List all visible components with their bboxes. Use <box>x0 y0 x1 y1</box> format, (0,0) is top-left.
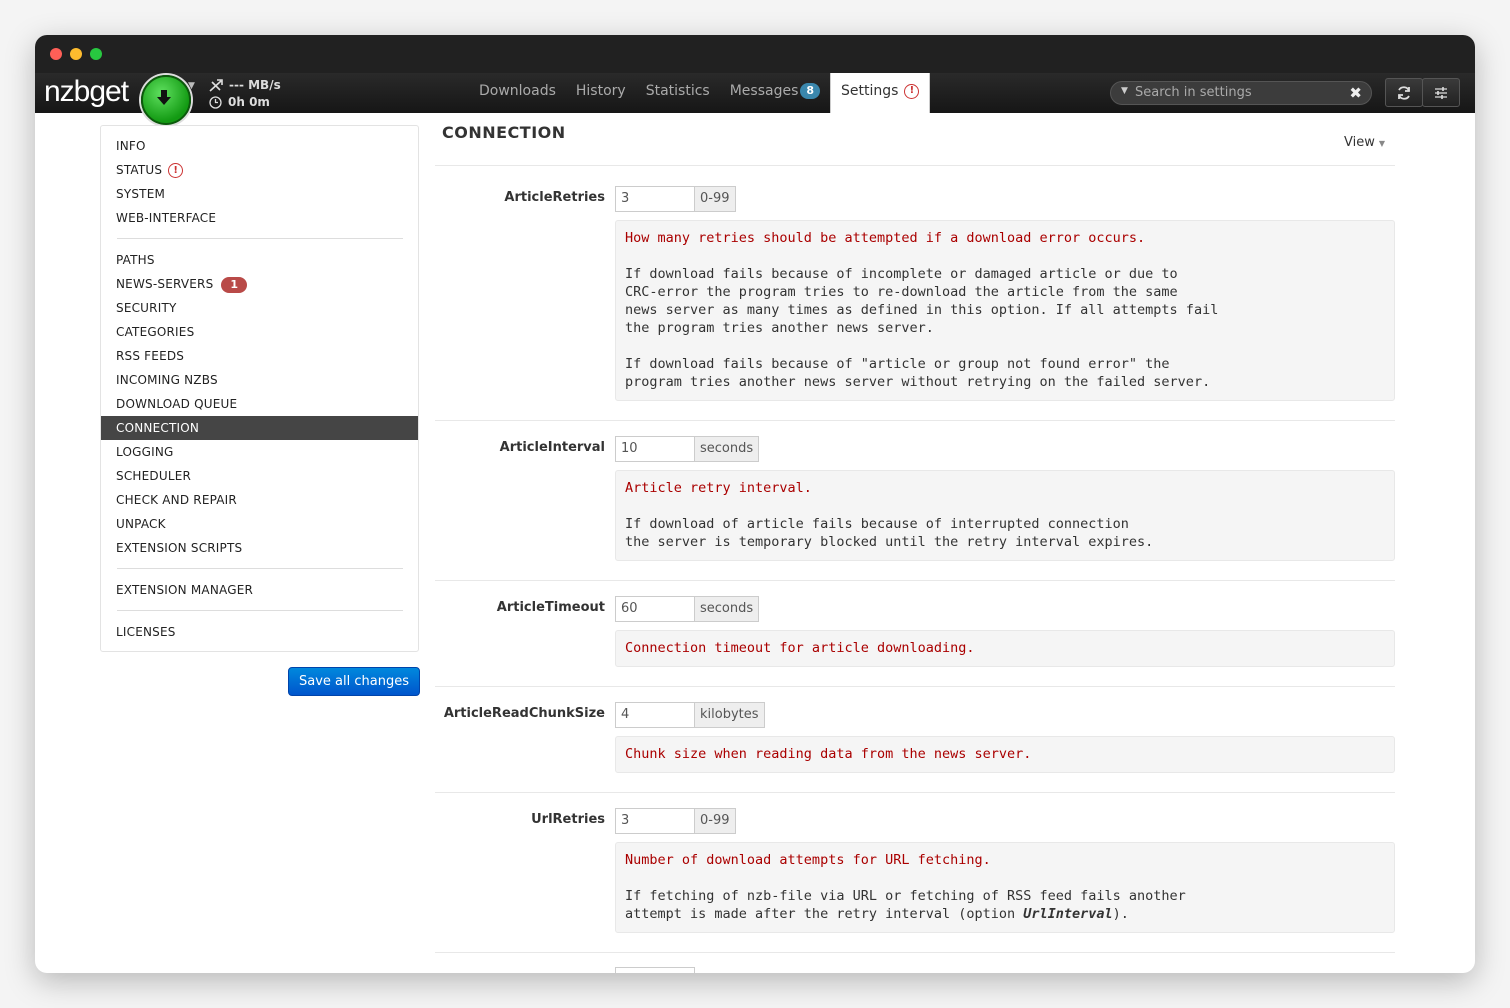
option-label-articleinterval: ArticleInterval <box>499 440 605 455</box>
sidebar-divider <box>117 238 403 239</box>
sidebar-item-web-interface[interactable]: WEB-INTERFACE <box>101 206 418 230</box>
articleinterval-input[interactable]: 10 <box>615 436 695 462</box>
sidebar-item-extension-scripts[interactable]: EXTENSION SCRIPTS <box>101 536 418 560</box>
close-window-button[interactable] <box>50 48 62 60</box>
speed-limit-icon <box>209 78 223 92</box>
app-window: nzbget ▼ --- MB/s 0h 0m Downloads Histor… <box>35 35 1475 973</box>
tab-history[interactable]: History <box>566 73 636 113</box>
sidebar-item-paths[interactable]: PATHS <box>101 248 418 272</box>
settings-search[interactable]: ▼ Search in settings ✖ <box>1110 81 1372 105</box>
sidebar-item-system[interactable]: SYSTEM <box>101 182 418 206</box>
warning-icon: ! <box>168 163 184 178</box>
clear-search-icon[interactable]: ✖ <box>1349 84 1362 102</box>
tab-statistics[interactable]: Statistics <box>636 73 720 113</box>
warning-icon: ! <box>904 83 920 99</box>
urlretries-input[interactable]: 3 <box>615 808 695 834</box>
option-divider <box>435 580 1395 581</box>
sidebar-item-security[interactable]: SECURITY <box>101 296 418 320</box>
sidebar-item-check-and-repair[interactable]: CHECK AND REPAIR <box>101 488 418 512</box>
sidebar-item-connection[interactable]: CONNECTION <box>101 416 418 440</box>
nzbget-logo: nzbget <box>44 75 129 108</box>
sidebar-divider <box>117 610 403 611</box>
articlereadchunksize-input[interactable]: 4 <box>615 702 695 728</box>
option-divider <box>435 420 1395 421</box>
articleinterval-unit: seconds <box>695 436 760 462</box>
maximize-window-button[interactable] <box>90 48 102 60</box>
sliders-icon <box>1435 86 1447 99</box>
remaining-time: 0h 0m <box>228 95 270 109</box>
sidebar-item-logging[interactable]: LOGGING <box>101 440 418 464</box>
arrow-down-icon <box>157 90 171 105</box>
sidebar-item-extension-manager[interactable]: EXTENSION MANAGER <box>101 578 418 602</box>
section-divider <box>435 165 1395 166</box>
sidebar-divider <box>117 568 403 569</box>
view-dropdown[interactable]: View ▼ <box>1344 135 1385 150</box>
save-all-changes-button[interactable]: Save all changes <box>288 667 420 696</box>
menu-button[interactable] <box>1422 78 1460 107</box>
chevron-down-icon[interactable]: ▼ <box>1121 86 1128 96</box>
messages-count-badge: 8 <box>800 83 821 99</box>
minimize-window-button[interactable] <box>70 48 82 60</box>
option-label-articlereadchunksize: ArticleReadChunkSize <box>443 706 605 721</box>
sidebar-item-unpack[interactable]: UNPACK <box>101 512 418 536</box>
option-label-urlretries: UrlRetries <box>531 812 605 827</box>
page-title: CONNECTION <box>442 123 566 142</box>
title-bar <box>35 35 1475 73</box>
option-divider <box>435 792 1395 793</box>
next-option-input[interactable] <box>615 967 695 973</box>
option-label-articleretries: ArticleRetries <box>504 190 605 205</box>
download-button[interactable] <box>141 75 191 125</box>
articleretries-input[interactable]: 3 <box>615 186 695 212</box>
main-tabs: Downloads History Statistics Messages 8 S… <box>469 73 931 113</box>
articleinterval-description: Article retry interval. If download of ar… <box>615 470 1395 561</box>
articlereadchunksize-unit: kilobytes <box>695 702 765 728</box>
chevron-down-icon: ▼ <box>1378 139 1386 148</box>
search-input[interactable]: Search in settings <box>1135 85 1252 100</box>
refresh-button[interactable] <box>1385 78 1423 107</box>
refresh-icon <box>1398 85 1410 100</box>
articleretries-unit: 0-99 <box>695 186 736 212</box>
tab-messages[interactable]: Messages 8 <box>720 73 830 113</box>
sidebar-item-status[interactable]: STATUS! <box>101 158 418 182</box>
option-divider <box>435 952 1395 953</box>
sidebar-item-incoming-nzbs[interactable]: INCOMING NZBS <box>101 368 418 392</box>
option-label-articletimeout: ArticleTimeout <box>496 600 605 615</box>
sidebar-item-download-queue[interactable]: DOWNLOAD QUEUE <box>101 392 418 416</box>
top-navbar: nzbget ▼ --- MB/s 0h 0m Downloads Histor… <box>35 73 1475 125</box>
tab-downloads[interactable]: Downloads <box>469 73 566 113</box>
sidebar-item-info[interactable]: INFO <box>101 134 418 158</box>
sidebar-item-news-servers[interactable]: NEWS-SERVERS 1 <box>101 272 418 296</box>
articletimeout-description: Connection timeout for article downloadi… <box>615 630 1395 667</box>
speed-status[interactable]: --- MB/s 0h 0m <box>209 77 281 111</box>
articleretries-description: How many retries should be attempted if … <box>615 220 1395 401</box>
articletimeout-input[interactable]: 60 <box>615 596 695 622</box>
clock-icon <box>209 96 222 109</box>
sidebar-item-categories[interactable]: CATEGORIES <box>101 320 418 344</box>
articletimeout-unit: seconds <box>695 596 760 622</box>
urlretries-unit: 0-99 <box>695 808 736 834</box>
news-servers-badge: 1 <box>221 276 248 293</box>
urlretries-description: Number of download attempts for URL fetc… <box>615 842 1395 933</box>
chevron-down-icon[interactable]: ▼ <box>188 81 195 91</box>
tab-settings[interactable]: Settings! <box>830 73 931 113</box>
settings-sidebar: INFO STATUS! SYSTEM WEB-INTERFACE PATHS … <box>100 125 419 652</box>
sidebar-item-rss-feeds[interactable]: RSS FEEDS <box>101 344 418 368</box>
articlereadchunksize-description: Chunk size when reading data from the ne… <box>615 736 1395 773</box>
sidebar-item-scheduler[interactable]: SCHEDULER <box>101 464 418 488</box>
download-speed: --- MB/s <box>229 78 281 92</box>
option-divider <box>435 686 1395 687</box>
option-reference-urlinterval[interactable]: UrlInterval <box>1023 906 1112 922</box>
sidebar-item-licenses[interactable]: LICENSES <box>101 620 418 644</box>
